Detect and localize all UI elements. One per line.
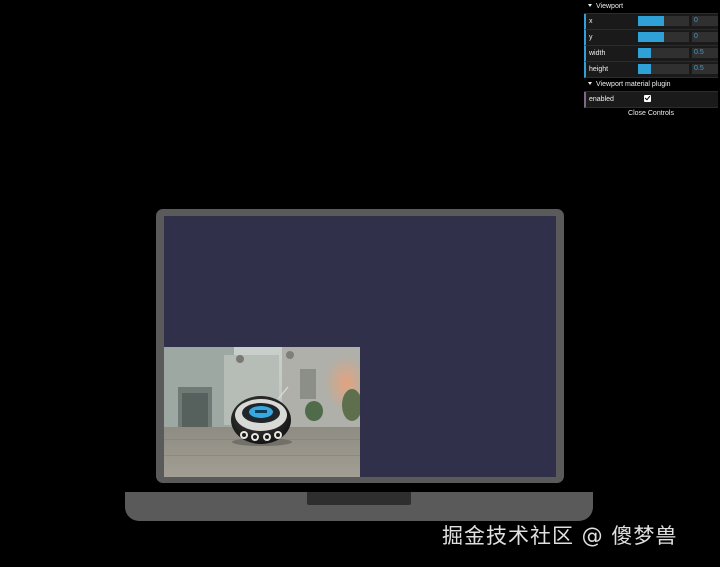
slider-x-fill: [638, 16, 664, 26]
control-label-width: width: [589, 50, 606, 57]
number-input-height[interactable]: [692, 64, 718, 74]
slider-height[interactable]: [638, 64, 689, 74]
control-row-enabled: enabled: [584, 92, 718, 108]
control-label-x: x: [589, 18, 593, 25]
control-row-height: height: [584, 62, 718, 78]
folder-material-plugin-title: Viewport material plugin: [596, 81, 671, 88]
slider-x[interactable]: [638, 16, 689, 26]
control-label-height: height: [589, 66, 609, 73]
laptop-lid: [156, 209, 564, 483]
slider-width-fill: [638, 48, 651, 58]
checkmark-icon: [644, 94, 651, 101]
folder-viewport[interactable]: Viewport: [584, 0, 718, 14]
laptop-base: [125, 492, 593, 521]
enabled-checkbox[interactable]: [644, 94, 651, 102]
close-controls-button[interactable]: Close Controls: [584, 108, 718, 120]
boombox-scene-image: [164, 347, 360, 477]
control-row-x: x: [584, 14, 718, 30]
laptop-screen: [164, 216, 556, 477]
render-canvas[interactable]: Viewport x y width height Viewport mater…: [0, 0, 720, 567]
number-input-x[interactable]: [692, 16, 718, 26]
viewport-render-boombox: [164, 347, 360, 477]
number-input-y[interactable]: [692, 32, 718, 42]
triangle-down-icon: [588, 82, 592, 85]
control-row-y: y: [584, 30, 718, 46]
control-row-width: width: [584, 46, 718, 62]
watermark-text: 掘金技术社区 @ 傻梦兽: [442, 524, 678, 548]
number-input-width[interactable]: [692, 48, 718, 58]
folder-viewport-title: Viewport: [596, 3, 624, 10]
laptop-hinge: [307, 492, 411, 505]
triangle-down-icon: [588, 4, 592, 7]
control-label-enabled: enabled: [589, 96, 614, 103]
slider-height-fill: [638, 64, 651, 74]
slider-y[interactable]: [638, 32, 689, 42]
slider-y-fill: [638, 32, 664, 42]
folder-viewport-material-plugin[interactable]: Viewport material plugin: [584, 78, 718, 92]
controls-panel: Viewport x y width height Viewport mater…: [584, 0, 718, 120]
control-label-y: y: [589, 34, 593, 41]
slider-width[interactable]: [638, 48, 689, 58]
